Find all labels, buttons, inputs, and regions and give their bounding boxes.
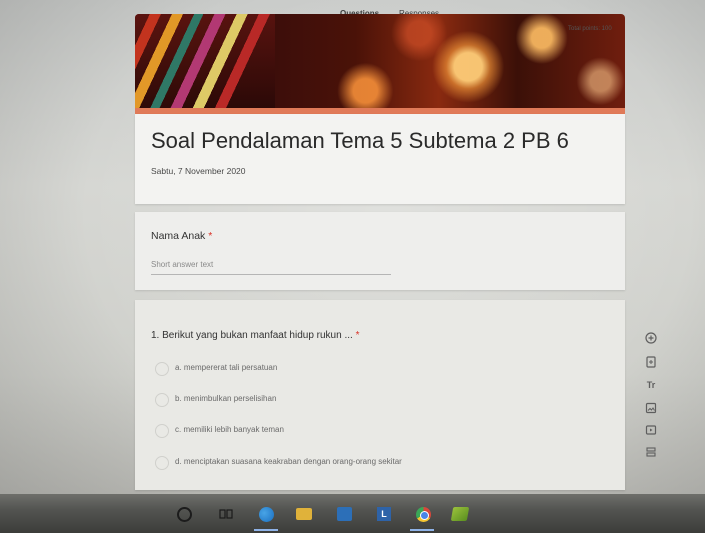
app-leaf-icon[interactable]	[450, 506, 470, 522]
question-title-text: 1. Berikut yang bukan manfaat hidup ruku…	[151, 330, 353, 341]
option-label: b. menimbulkan perselisihan	[175, 394, 277, 403]
question-title: Nama Anak *	[151, 230, 212, 242]
header-image	[135, 14, 625, 110]
question-toolbar: Tr	[640, 326, 664, 466]
option-label: a. mempererat tali persatuan	[175, 363, 278, 372]
app-l-label: L	[377, 507, 391, 521]
running-indicator	[410, 529, 434, 531]
colored-pencils-image	[135, 14, 275, 110]
question-card-name[interactable]: Nama Anak * Short answer text	[135, 212, 625, 290]
add-video-icon[interactable]	[644, 424, 658, 438]
form-title-card[interactable]: Soal Pendalaman Tema 5 Subtema 2 PB 6 Sa…	[135, 114, 625, 204]
option-label: d. menciptakan suasana keakraban dengan …	[175, 457, 402, 466]
running-indicator	[254, 529, 278, 531]
short-answer-field[interactable]: Short answer text	[151, 260, 391, 275]
add-question-icon[interactable]	[644, 332, 658, 346]
form-title[interactable]: Soal Pendalaman Tema 5 Subtema 2 PB 6	[151, 128, 569, 154]
file-explorer-icon[interactable]	[296, 506, 312, 522]
radio-button[interactable]	[155, 456, 169, 470]
radio-button[interactable]	[155, 362, 169, 376]
add-title-icon[interactable]: Tr	[644, 378, 658, 392]
search-icon[interactable]	[176, 506, 192, 522]
edge-icon[interactable]	[258, 506, 274, 522]
radio-button[interactable]	[155, 393, 169, 407]
required-mark: *	[355, 330, 360, 341]
import-questions-icon[interactable]	[644, 356, 658, 370]
chrome-icon[interactable]	[415, 506, 431, 522]
task-view-icon[interactable]	[218, 506, 234, 522]
app-l-icon[interactable]: L	[376, 506, 392, 522]
question-title: 1. Berikut yang bukan manfaat hidup ruku…	[151, 330, 359, 341]
radio-button[interactable]	[155, 424, 169, 438]
required-mark: *	[208, 230, 213, 242]
windows-taskbar: L	[0, 494, 705, 533]
add-image-icon[interactable]	[644, 402, 658, 416]
total-points: Total points: 100	[568, 26, 612, 32]
question-card-1[interactable]: 1. Berikut yang bukan manfaat hidup ruku…	[135, 300, 625, 490]
option-label: c. memiliki lebih banyak teman	[175, 425, 284, 434]
add-section-icon[interactable]	[644, 446, 658, 460]
question-title-text: Nama Anak	[151, 230, 206, 242]
form-description[interactable]: Sabtu, 7 November 2020	[151, 166, 246, 176]
store-icon[interactable]	[336, 506, 352, 522]
